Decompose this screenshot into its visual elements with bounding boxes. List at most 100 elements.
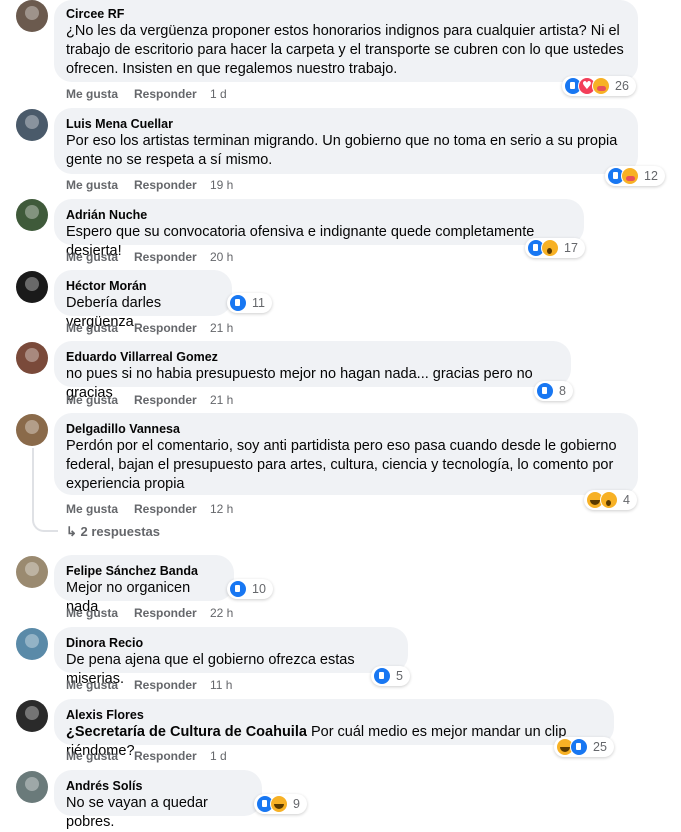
comment-actions: Me gusta Responder 19 h: [66, 177, 233, 193]
like-button[interactable]: Me gusta: [66, 86, 134, 102]
comment-bubble: Delgadillo Vannesa Perdón por el comenta…: [54, 413, 638, 495]
like-button[interactable]: Me gusta: [66, 177, 134, 193]
like-reaction-icon: [229, 580, 247, 598]
like-reaction-icon: [373, 667, 391, 685]
reaction-summary[interactable]: 12: [605, 166, 665, 186]
comment-bubble: Dinora Recio De pena ajena que el gobier…: [54, 627, 408, 687]
like-button[interactable]: Me gusta: [66, 392, 134, 408]
comment-actions: Me gusta Responder 11 h: [66, 677, 232, 693]
reaction-summary[interactable]: 8: [534, 381, 573, 401]
comment-author[interactable]: Héctor Morán: [66, 278, 220, 294]
comment-timestamp[interactable]: 22 h: [210, 605, 233, 621]
comment-author[interactable]: Alexis Flores: [66, 707, 602, 723]
like-reaction-icon: [536, 382, 554, 400]
reaction-count: 25: [593, 740, 607, 754]
reply-button[interactable]: Responder: [134, 320, 210, 336]
care-reaction-icon: [621, 167, 639, 185]
reaction-summary[interactable]: 5: [371, 666, 410, 686]
comment-actions: Me gusta Responder 21 h: [66, 392, 233, 408]
care-reaction-icon: [592, 77, 610, 95]
comment-author[interactable]: Adrián Nuche: [66, 207, 572, 223]
reply-button[interactable]: Responder: [134, 392, 210, 408]
comment-author[interactable]: Eduardo Villarreal Gomez: [66, 349, 559, 365]
comment-timestamp[interactable]: 1 d: [210, 748, 227, 764]
like-button[interactable]: Me gusta: [66, 748, 134, 764]
reaction-summary[interactable]: 11: [227, 293, 272, 313]
reaction-count: 4: [623, 493, 630, 507]
comment-bubble: Felipe Sánchez Banda Mejor no organicen …: [54, 555, 234, 615]
comment-timestamp[interactable]: 19 h: [210, 177, 233, 193]
reaction-count: 12: [644, 169, 658, 183]
reaction-summary[interactable]: 10: [227, 579, 273, 599]
avatar[interactable]: [16, 771, 48, 803]
view-replies-link[interactable]: ↳ 2 respuestas: [66, 524, 160, 540]
like-button[interactable]: Me gusta: [66, 320, 134, 336]
comment-bubble: Luis Mena Cuellar Por eso los artistas t…: [54, 108, 638, 174]
comment-bubble: Alexis Flores ¿Secretaría de Cultura de …: [54, 699, 614, 759]
haha-reaction-icon: [270, 795, 288, 813]
reply-button[interactable]: Responder: [134, 177, 210, 193]
avatar[interactable]: [16, 700, 48, 732]
reaction-count: 17: [564, 241, 578, 255]
avatar[interactable]: [16, 271, 48, 303]
reply-button[interactable]: Responder: [134, 86, 210, 102]
like-button[interactable]: Me gusta: [66, 501, 134, 517]
avatar[interactable]: [16, 0, 48, 32]
avatar[interactable]: [16, 414, 48, 446]
comment-timestamp[interactable]: 21 h: [210, 320, 233, 336]
reaction-count: 5: [396, 669, 403, 683]
comment-actions: Me gusta Responder 1 d: [66, 86, 227, 102]
avatar[interactable]: [16, 556, 48, 588]
avatar[interactable]: [16, 342, 48, 374]
like-button[interactable]: Me gusta: [66, 677, 134, 693]
thread-line: [32, 448, 34, 512]
reply-button[interactable]: Responder: [134, 605, 210, 621]
comment-author[interactable]: Felipe Sánchez Banda: [66, 563, 222, 579]
comment-actions: Me gusta Responder 20 h: [66, 249, 233, 265]
reaction-count: 9: [293, 797, 300, 811]
like-button[interactable]: Me gusta: [66, 249, 134, 265]
comment-bubble: Héctor Morán Debería darles vergüenza: [54, 270, 232, 330]
avatar[interactable]: [16, 628, 48, 660]
like-reaction-icon: [229, 294, 247, 312]
comment-author[interactable]: Dinora Recio: [66, 635, 396, 651]
comment-timestamp[interactable]: 11 h: [210, 677, 232, 693]
comment-text: Por eso los artistas terminan migrando. …: [66, 133, 618, 168]
comment-bubble: Adrián Nuche Espero que su convocatoria …: [54, 199, 584, 259]
comment-text: Perdón por el comentario, soy anti parti…: [66, 438, 617, 492]
wow-reaction-icon: [541, 239, 559, 257]
comment-actions: Me gusta Responder 21 h: [66, 320, 233, 336]
comment-bubble: Eduardo Villarreal Gomez no pues si no h…: [54, 341, 571, 401]
reply-button[interactable]: Responder: [134, 501, 210, 517]
reply-button[interactable]: Responder: [134, 249, 210, 265]
avatar[interactable]: [16, 109, 48, 141]
comment-author[interactable]: Luis Mena Cuellar: [66, 116, 626, 132]
wow-reaction-icon: [600, 491, 618, 509]
comment-author[interactable]: Circee RF: [66, 6, 626, 22]
comment-author[interactable]: Andrés Solís: [66, 778, 250, 794]
comment-text: No se vayan a quedar pobres.: [66, 795, 208, 830]
reaction-summary[interactable]: 17: [525, 238, 585, 258]
reaction-summary[interactable]: 26: [562, 76, 636, 96]
comment-bubble: Andrés Solís No se vayan a quedar pobres…: [54, 770, 262, 830]
reaction-count: 26: [615, 79, 629, 93]
comment-actions: Me gusta Responder 1 d: [66, 748, 227, 764]
reply-button[interactable]: Responder: [134, 677, 210, 693]
comment-timestamp[interactable]: 20 h: [210, 249, 233, 265]
reply-button[interactable]: Responder: [134, 748, 210, 764]
reaction-summary[interactable]: 25: [554, 737, 614, 757]
like-button[interactable]: Me gusta: [66, 605, 134, 621]
comment-author[interactable]: Delgadillo Vannesa: [66, 421, 626, 437]
comment-timestamp[interactable]: 12 h: [210, 501, 233, 517]
page-mention-link[interactable]: ¿Secretaría de Cultura de Coahuila: [66, 724, 307, 740]
reaction-summary[interactable]: 4: [584, 490, 637, 510]
comment-timestamp[interactable]: 1 d: [210, 86, 227, 102]
comment-bubble: Circee RF ¿No les da vergüenza proponer …: [54, 0, 638, 82]
comment-timestamp[interactable]: 21 h: [210, 392, 233, 408]
thread-connector: [32, 510, 58, 532]
reaction-summary[interactable]: 9: [254, 794, 307, 814]
comment-actions: Me gusta Responder 12 h: [66, 501, 233, 517]
comment-text: ¿No les da vergüenza proponer estos hono…: [66, 23, 624, 77]
comment-actions: Me gusta Responder 22 h: [66, 605, 233, 621]
avatar[interactable]: [16, 199, 48, 231]
